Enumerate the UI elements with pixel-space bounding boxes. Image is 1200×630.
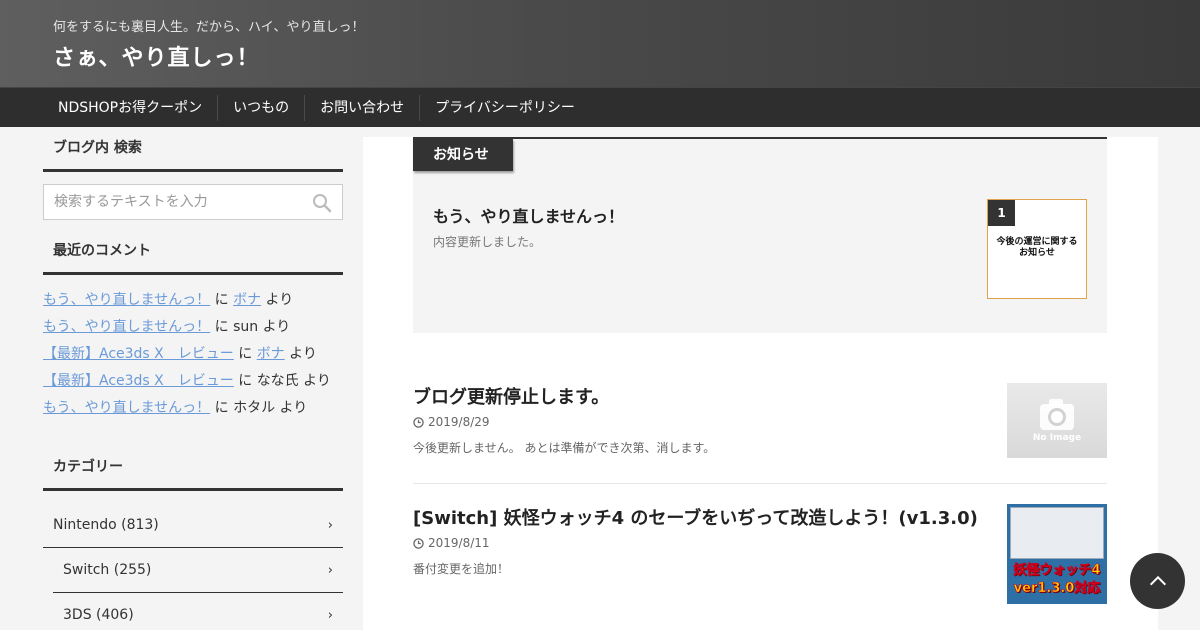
post-thumbnail[interactable]: No Image — [1007, 383, 1107, 458]
comment-item: 【最新】Ace3ds X レビュー に ボナ より — [43, 341, 343, 368]
comment-post-link[interactable]: 【最新】Ace3ds X レビュー — [43, 346, 234, 362]
comment-author: sun — [233, 319, 259, 335]
rank-badge: 1 — [988, 200, 1015, 226]
comment-author: ホタル — [233, 400, 276, 416]
app-window-graphic — [1010, 507, 1104, 559]
thumbnail-caption-line1: 妖怪ウォッチ4 — [1013, 563, 1101, 579]
site-header: 何をするにも裏目人生。だから、ハイ、やり直しっ！ さぁ、やり直しっ！ — [0, 0, 1200, 87]
comment-author-link[interactable]: ボナ — [233, 292, 261, 308]
comment-suffix: より — [289, 346, 317, 362]
comment-joiner: に — [214, 400, 229, 416]
comment-suffix: より — [262, 319, 291, 335]
post-item: [Switch] 妖怪ウォッチ4 のセーブをいぢって改造しよう！(v1.3.0)… — [413, 504, 1107, 630]
category-list: Nintendo (813) › Switch (255) › 3DS (406… — [43, 503, 343, 630]
comment-post-link[interactable]: もう、やり直しませんっ！ — [43, 400, 210, 416]
comment-suffix: より — [279, 400, 308, 416]
comment-joiner: に — [214, 292, 229, 308]
yokai-watch-thumbnail: 妖怪ウォッチ4 ver1.3.0対応 — [1007, 504, 1107, 604]
category-item-nintendo[interactable]: Nintendo (813) › — [43, 503, 343, 548]
recent-comments-list: もう、やり直しませんっ！ に ボナ より もう、やり直しませんっ！ に sun … — [43, 287, 343, 422]
search-input[interactable] — [44, 185, 342, 219]
category-item-3ds[interactable]: 3DS (406) › — [53, 593, 343, 630]
post-date: 2019/8/29 — [413, 415, 490, 429]
notice-desc: 内容更新しました。 — [433, 235, 542, 249]
comment-suffix: より — [265, 292, 294, 308]
site-tagline: 何をするにも裏目人生。だから、ハイ、やり直しっ！ — [53, 20, 365, 35]
sidebar: ブログ内 検索 最近のコメント もう、やり直しませんっ！ に ボナ より もう、… — [43, 137, 343, 630]
notice-thumbnail[interactable]: 1 今後の運営に関する お知らせ — [987, 199, 1087, 299]
comment-author: なな氏 — [256, 373, 299, 389]
categories-title: カテゴリー — [43, 456, 343, 491]
notice-box: お知らせ もう、やり直しませんっ！ 内容更新しました。 1 今後の運営に関するお… — [413, 137, 1107, 333]
category-item-switch[interactable]: Switch (255) › — [53, 548, 343, 593]
thumbnail-caption-line2: ver1.3.0対応 — [1013, 581, 1101, 597]
post-excerpt: 番付変更を追加！ — [413, 562, 510, 576]
nav-item-privacy[interactable]: プライバシーポリシー — [420, 95, 590, 121]
post-date-text: 2019/8/11 — [428, 536, 490, 550]
chevron-up-icon — [1149, 575, 1166, 586]
post-date-text: 2019/8/29 — [428, 415, 490, 429]
notice-thumb-text: 今後の運営に関する お知らせ — [996, 237, 1078, 258]
category-label: Switch (255) — [63, 562, 152, 578]
global-nav: NDSHOPお得クーポン いつもの お問い合わせ プライバシーポリシー — [0, 87, 1200, 127]
chevron-right-icon: › — [327, 562, 333, 578]
comment-post-link[interactable]: 【最新】Ace3ds X レビュー — [43, 373, 234, 389]
comment-joiner: に — [238, 373, 253, 389]
comment-item: もう、やり直しませんっ！ に ホタル より — [43, 395, 343, 422]
post-item: ブログ更新停止します。 2019/8/29 今後更新しません。 あとは準備ができ… — [413, 383, 1107, 484]
thumbnail-caption: 妖怪ウォッチ4 ver1.3.0対応 — [1007, 562, 1107, 598]
comment-item: 【最新】Ace3ds X レビュー に なな氏 より — [43, 368, 343, 395]
recent-comments-title: 最近のコメント — [43, 240, 343, 275]
post-date: 2019/8/11 — [413, 536, 490, 550]
notice-label: お知らせ — [413, 139, 513, 171]
comment-joiner: に — [238, 346, 253, 362]
notice-title[interactable]: もう、やり直しませんっ！ — [433, 203, 624, 227]
chevron-right-icon: › — [327, 517, 333, 533]
chevron-right-icon: › — [327, 607, 333, 623]
site-title[interactable]: さぁ、やり直しっ！ — [53, 40, 260, 72]
comment-suffix: より — [303, 373, 331, 389]
back-to-top-button[interactable] — [1130, 553, 1185, 609]
no-image-label: No Image — [1032, 433, 1082, 443]
no-image-thumbnail: No Image — [1007, 383, 1107, 458]
comment-item: もう、やり直しませんっ！ に sun より — [43, 314, 343, 341]
search-widget-title: ブログ内 検索 — [43, 137, 343, 172]
post-excerpt: 今後更新しません。 あとは準備ができ次第、消します。 — [413, 441, 716, 455]
category-label: 3DS (406) — [63, 607, 134, 623]
comment-item: もう、やり直しませんっ！ に ボナ より — [43, 287, 343, 314]
main-content: お知らせ もう、やり直しませんっ！ 内容更新しました。 1 今後の運営に関するお… — [363, 137, 1158, 630]
nav-item-usual[interactable]: いつもの — [218, 94, 306, 121]
camera-icon — [1040, 399, 1074, 430]
comment-post-link[interactable]: もう、やり直しませんっ！ — [43, 319, 210, 335]
post-thumbnail[interactable]: 妖怪ウォッチ4 ver1.3.0対応 — [1007, 504, 1107, 604]
comment-joiner: に — [214, 319, 229, 335]
nav-item-contact[interactable]: お問い合わせ — [305, 94, 421, 121]
post-title[interactable]: ブログ更新停止します。 — [413, 383, 609, 409]
search-box — [43, 184, 343, 220]
category-label: Nintendo (813) — [53, 517, 159, 533]
clock-icon — [413, 537, 424, 549]
clock-icon — [413, 416, 424, 428]
comment-author-link[interactable]: ボナ — [257, 346, 285, 362]
nav-item-coupon[interactable]: NDSHOPお得クーポン — [43, 94, 219, 121]
search-icon[interactable] — [312, 193, 332, 213]
comment-post-link[interactable]: もう、やり直しませんっ！ — [43, 292, 210, 308]
post-title[interactable]: [Switch] 妖怪ウォッチ4 のセーブをいぢって改造しよう！(v1.3.0) — [413, 504, 978, 530]
